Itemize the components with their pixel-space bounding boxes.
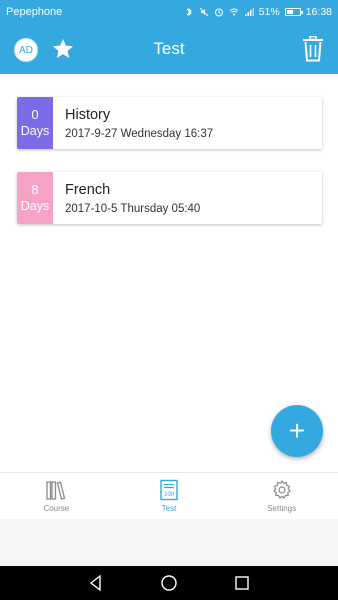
bottom-nav: Course 100 Test Settings [0,472,338,519]
card-body: History 2017-9-27 Wednesday 16:37 [53,97,213,149]
battery-icon [284,8,303,16]
recents-icon[interactable] [233,574,251,592]
carrier-name: Pepephone [6,6,63,18]
status-bar: Pepephone 51% 16:38 [0,0,338,24]
card-body: French 2017-10-5 Thursday 05:40 [53,172,200,224]
signal-icon [244,8,254,16]
page-title: Test [153,39,185,58]
nav-item-course[interactable]: Course [0,473,113,519]
gear-icon [272,479,291,499]
bluetooth-icon [186,7,192,17]
add-test-button[interactable]: + [271,405,323,457]
test-date: 2017-10-5 Thursday 05:40 [65,202,201,215]
clock: 16:38 [305,6,332,18]
bottom-spacer [0,519,338,566]
days-count: 0 [31,107,39,122]
wifi-icon [229,8,239,16]
days-unit: Days [20,199,50,213]
nav-label: Settings [267,504,297,513]
plus-icon: + [288,415,306,446]
test-paper-icon: 100 [160,479,178,501]
nav-item-settings[interactable]: Settings [225,473,338,519]
test-card-french[interactable]: 8 Days French 2017-10-5 Thursday 05:40 [17,172,322,224]
nav-item-test[interactable]: 100 Test [113,473,226,519]
days-count: 8 [31,182,39,197]
test-date: 2017-9-27 Wednesday 16:37 [65,127,214,140]
trash-icon[interactable] [302,36,324,62]
svg-text:100: 100 [164,492,175,498]
test-subject: French [65,181,111,198]
home-icon[interactable] [160,574,178,592]
test-card-history[interactable]: 0 Days History 2017-9-27 Wednesday 16:37 [17,97,322,149]
nav-label: Course [43,504,70,513]
books-icon [46,481,66,500]
test-subject: History [65,106,111,123]
battery-percent: 51% [258,6,280,18]
days-badge: 0 Days [17,97,53,149]
alarm-icon [214,8,223,17]
app-bar: AD Test [0,24,338,74]
back-icon[interactable] [87,574,105,592]
days-badge: 8 Days [17,172,53,224]
days-unit: Days [20,124,50,138]
mute-icon [199,7,209,17]
status-icons: 51% 16:38 [184,6,332,18]
nav-label: Test [161,504,177,513]
system-nav-bar [0,566,338,600]
